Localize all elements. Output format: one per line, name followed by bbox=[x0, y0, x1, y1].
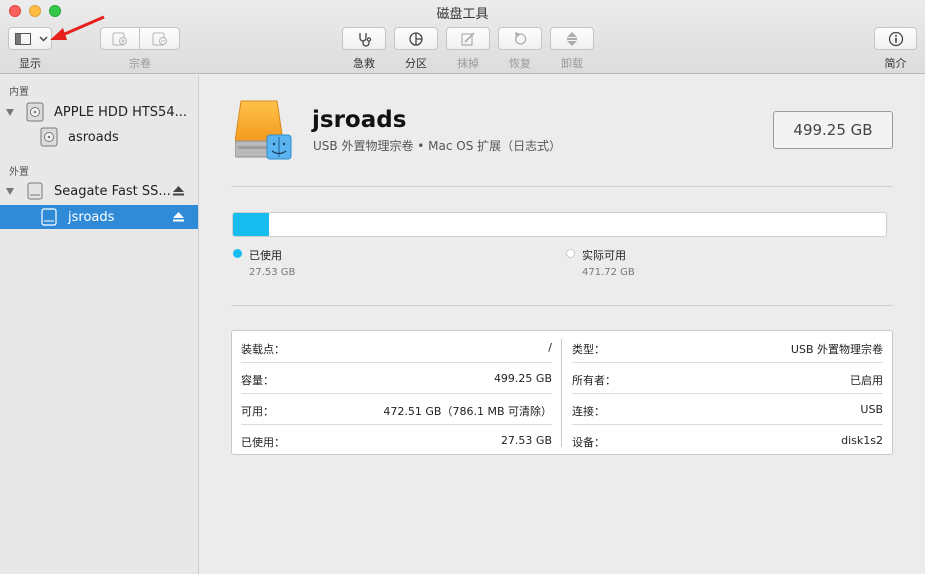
sidebar-icon bbox=[15, 32, 31, 45]
annotation-arrow-icon bbox=[50, 15, 105, 40]
partition-label: 分区 bbox=[405, 57, 427, 70]
disk-utility-window: 磁盘工具 显示 宗卷 急救 分区 抹掉 恢复 卸载 简介 内置 APPLE HD… bbox=[0, 0, 925, 574]
erase-button[interactable] bbox=[446, 27, 490, 50]
info-key: 连接： bbox=[572, 405, 605, 418]
restore-arrow-icon bbox=[514, 31, 527, 45]
eject-icon[interactable] bbox=[173, 212, 184, 222]
capacity-box: 499.25 GB bbox=[773, 111, 893, 149]
toolbar: 磁盘工具 显示 宗卷 急救 分区 抹掉 恢复 卸载 简介 bbox=[0, 0, 925, 74]
external-section-header: 外置 bbox=[9, 167, 29, 178]
info-value: / bbox=[548, 341, 552, 354]
info-right-column: 类型： USB 外置物理宗卷 所有者： 已启用 连接： USB 设备： disk… bbox=[563, 331, 892, 454]
info-value: USB bbox=[860, 403, 883, 416]
disclosure-triangle-icon[interactable] bbox=[6, 188, 14, 195]
eject-icon[interactable] bbox=[173, 186, 184, 196]
info-row-capacity: 容量： 499.25 GB bbox=[232, 362, 561, 393]
first-aid-button[interactable] bbox=[342, 27, 386, 50]
info-row-device: 设备： disk1s2 bbox=[563, 424, 892, 455]
info-key: 容量： bbox=[241, 374, 274, 387]
volume-description: USB 外置物理宗卷 • Mac OS 扩展（日志式） bbox=[313, 139, 562, 153]
divider bbox=[231, 305, 893, 306]
info-row-used: 已使用： 27.53 GB bbox=[232, 424, 561, 455]
free-legend-label: 实际可用 bbox=[582, 249, 626, 262]
info-button[interactable] bbox=[874, 27, 917, 50]
info-row-owners: 所有者： 已启用 bbox=[563, 362, 892, 393]
disclosure-triangle-icon[interactable] bbox=[6, 109, 14, 116]
unmount-label: 卸载 bbox=[561, 57, 583, 70]
divider bbox=[231, 186, 893, 187]
sidebar: 内置 APPLE HDD HTS54... asroads 外置 Seagate… bbox=[0, 75, 199, 574]
external-volume-icon bbox=[41, 208, 57, 226]
stethoscope-icon bbox=[359, 32, 372, 47]
add-volume-icon bbox=[112, 32, 127, 45]
window-title: 磁盘工具 bbox=[436, 7, 489, 22]
sidebar-item-label: jsroads bbox=[68, 209, 115, 225]
info-table: 装载点： / 容量： 499.25 GB 可用： 472.51 GB（786.1… bbox=[231, 330, 893, 455]
sidebar-item-seagate[interactable]: Seagate Fast SS... bbox=[0, 179, 198, 203]
restore-label: 恢复 bbox=[509, 57, 531, 70]
sidebar-item-asroads[interactable]: asroads bbox=[0, 125, 198, 149]
usage-bar bbox=[232, 212, 887, 237]
info-row-mount-point: 装载点： / bbox=[232, 331, 561, 362]
info-value: USB 外置物理宗卷 bbox=[790, 343, 883, 356]
first-aid-label: 急救 bbox=[353, 57, 375, 70]
volume-label: 宗卷 bbox=[129, 57, 151, 70]
used-legend-label: 已使用 bbox=[249, 249, 282, 262]
sidebar-item-apple-hdd[interactable]: APPLE HDD HTS54... bbox=[0, 100, 198, 124]
used-legend-dot bbox=[233, 249, 242, 258]
add-volume-button[interactable] bbox=[100, 27, 140, 50]
volume-name: jsroads bbox=[312, 107, 407, 133]
sidebar-item-label: APPLE HDD HTS54... bbox=[54, 104, 187, 120]
column-divider bbox=[561, 339, 562, 447]
info-key: 所有者： bbox=[572, 374, 616, 387]
info-value: 已启用 bbox=[850, 374, 883, 387]
info-key: 设备： bbox=[572, 436, 605, 449]
partition-button[interactable] bbox=[394, 27, 438, 50]
info-left-column: 装载点： / 容量： 499.25 GB 可用： 472.51 GB（786.1… bbox=[232, 331, 561, 454]
info-icon bbox=[888, 31, 903, 46]
internal-disk-icon bbox=[26, 102, 44, 122]
sidebar-item-jsroads[interactable]: jsroads bbox=[0, 205, 198, 229]
erase-label: 抹掉 bbox=[457, 57, 479, 70]
free-legend-dot bbox=[566, 249, 575, 258]
internal-section-header: 内置 bbox=[9, 87, 29, 98]
info-value: 27.53 GB bbox=[500, 434, 552, 447]
unmount-button[interactable] bbox=[550, 27, 594, 50]
sidebar-item-label: Seagate Fast SS... bbox=[54, 183, 171, 199]
sidebar-item-label: asroads bbox=[68, 129, 119, 145]
internal-volume-icon bbox=[40, 127, 58, 147]
free-legend-value: 471.72 GB bbox=[582, 267, 635, 278]
remove-volume-icon bbox=[152, 32, 167, 45]
used-legend-value: 27.53 GB bbox=[249, 267, 296, 278]
external-drive-large-icon bbox=[235, 100, 292, 160]
remove-volume-button[interactable] bbox=[140, 27, 180, 50]
view-label: 显示 bbox=[19, 57, 41, 70]
info-label: 简介 bbox=[884, 57, 907, 70]
restore-button[interactable] bbox=[498, 27, 542, 50]
info-value: 499.25 GB bbox=[493, 372, 552, 385]
volume-detail-pane: jsroads USB 外置物理宗卷 • Mac OS 扩展（日志式） 499.… bbox=[200, 75, 925, 574]
info-row-available: 可用： 472.51 GB（786.1 MB 可清除） bbox=[232, 393, 561, 424]
usage-bar-used-fill bbox=[233, 213, 269, 236]
info-row-connection: 连接： USB bbox=[563, 393, 892, 424]
info-key: 可用： bbox=[241, 405, 274, 418]
info-key: 已使用： bbox=[241, 436, 285, 449]
info-key: 类型： bbox=[572, 343, 605, 356]
info-key: 装载点： bbox=[241, 343, 285, 356]
erase-pencil-icon bbox=[461, 31, 475, 46]
info-value: disk1s2 bbox=[841, 434, 883, 447]
info-value: 472.51 GB（786.1 MB 可清除） bbox=[383, 405, 552, 418]
external-disk-icon bbox=[27, 182, 43, 200]
unmount-icon bbox=[567, 31, 577, 46]
info-row-type: 类型： USB 外置物理宗卷 bbox=[563, 331, 892, 362]
partition-pie-icon bbox=[409, 31, 423, 46]
